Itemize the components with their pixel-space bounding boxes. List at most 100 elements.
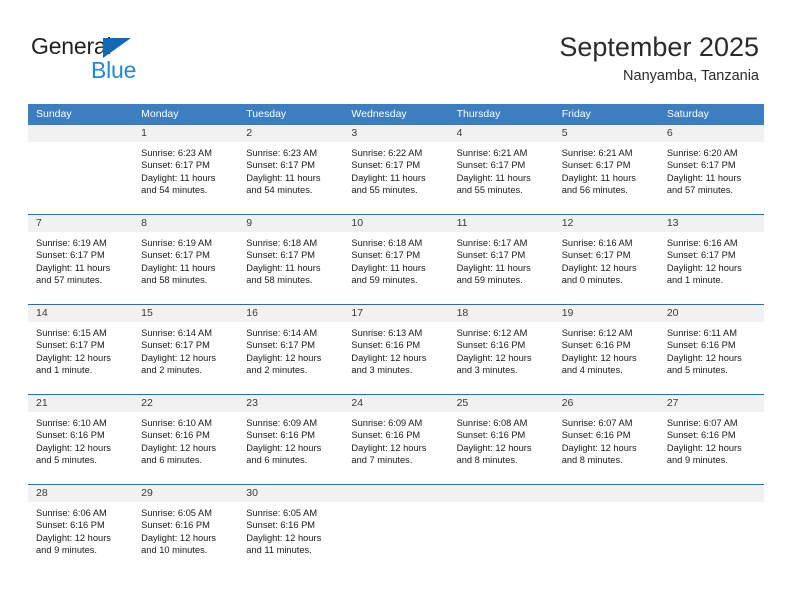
page-subtitle: Nanyamba, Tanzania xyxy=(623,68,759,84)
day-cell[interactable]: Sunrise: 6:18 AM Sunset: 6:17 PM Daylight:… xyxy=(343,232,448,304)
day-number[interactable]: 13 xyxy=(659,215,764,232)
day-number[interactable]: 15 xyxy=(133,305,238,322)
day-detail-line: Sunset: 6:17 PM xyxy=(351,250,421,261)
day-detail-line: and 3 minutes. xyxy=(456,365,518,376)
day-number[interactable]: 18 xyxy=(449,305,554,322)
day-detail-line: and 59 minutes. xyxy=(351,275,418,286)
day-number[interactable]: 26 xyxy=(554,395,659,412)
day-detail-line: and 10 minutes. xyxy=(141,545,208,556)
day-number-row: 21 22 23 24 25 26 27 xyxy=(28,395,764,412)
day-cell[interactable]: Sunrise: 6:09 AM Sunset: 6:16 PM Daylight:… xyxy=(343,412,448,484)
day-detail-line: and 1 minute. xyxy=(36,365,93,376)
day-cell[interactable]: Sunrise: 6:22 AM Sunset: 6:17 PM Daylight:… xyxy=(343,142,448,214)
day-cell[interactable]: Sunrise: 6:15 AM Sunset: 6:17 PM Daylight:… xyxy=(28,322,133,394)
day-number[interactable]: 5 xyxy=(554,125,659,142)
day-number[interactable]: 11 xyxy=(449,215,554,232)
day-cell[interactable]: Sunrise: 6:19 AM Sunset: 6:17 PM Daylight:… xyxy=(28,232,133,304)
day-cell[interactable]: Sunrise: 6:16 AM Sunset: 6:17 PM Daylight:… xyxy=(659,232,764,304)
day-detail-line: and 55 minutes. xyxy=(351,185,418,196)
day-cell[interactable]: Sunrise: 6:05 AM Sunset: 6:16 PM Daylight:… xyxy=(238,502,343,574)
calendar-week-row: 1 2 3 4 5 6 Sunrise: 6:23 AM Sunset: 6:17 PM Day… xyxy=(28,125,764,214)
day-cell[interactable]: Sunrise: 6:13 AM Sunset: 6:16 PM Daylight:… xyxy=(343,322,448,394)
day-detail-line: and 7 minutes. xyxy=(351,455,413,466)
day-number[interactable]: 27 xyxy=(659,395,764,412)
day-detail-line: Daylight: 11 hours xyxy=(351,262,426,273)
day-number[interactable]: 24 xyxy=(343,395,448,412)
day-detail-line: Sunrise: 6:05 AM xyxy=(246,508,318,518)
day-number[interactable]: 4 xyxy=(449,125,554,142)
day-detail-line: Sunset: 6:17 PM xyxy=(246,160,316,171)
day-number[interactable]: 20 xyxy=(659,305,764,322)
day-number[interactable]: 12 xyxy=(554,215,659,232)
day-cell[interactable]: Sunrise: 6:07 AM Sunset: 6:16 PM Daylight:… xyxy=(659,412,764,484)
day-number[interactable]: 30 xyxy=(238,485,343,502)
day-detail-line: Sunset: 6:17 PM xyxy=(36,340,105,351)
day-number[interactable]: 19 xyxy=(554,305,659,322)
day-cell[interactable]: Sunrise: 6:07 AM Sunset: 6:16 PM Daylight:… xyxy=(554,412,659,484)
day-cell[interactable]: Sunrise: 6:14 AM Sunset: 6:17 PM Daylight:… xyxy=(133,322,238,394)
day-cell[interactable]: Sunrise: 6:10 AM Sunset: 6:16 PM Daylight:… xyxy=(28,412,133,484)
day-number[interactable]: 28 xyxy=(28,485,133,502)
day-number[interactable]: 16 xyxy=(238,305,343,322)
day-number[interactable]: 8 xyxy=(133,215,238,232)
day-number[interactable]: 22 xyxy=(133,395,238,412)
day-cell[interactable]: Sunrise: 6:11 AM Sunset: 6:16 PM Daylight:… xyxy=(659,322,764,394)
day-cell[interactable]: Sunrise: 6:14 AM Sunset: 6:17 PM Daylight:… xyxy=(238,322,343,394)
day-detail-line: and 11 minutes. xyxy=(246,545,312,556)
day-cell[interactable]: Sunrise: 6:20 AM Sunset: 6:17 PM Daylight:… xyxy=(659,142,764,214)
day-number[interactable]: 1 xyxy=(133,125,238,142)
day-detail-line: Daylight: 11 hours xyxy=(351,172,426,183)
day-detail-line: and 55 minutes. xyxy=(456,185,523,196)
day-number[interactable]: 23 xyxy=(238,395,343,412)
day-cell[interactable]: Sunrise: 6:12 AM Sunset: 6:16 PM Daylight:… xyxy=(449,322,554,394)
day-cell[interactable]: Sunrise: 6:06 AM Sunset: 6:16 PM Daylight:… xyxy=(28,502,133,574)
day-detail-line: Daylight: 11 hours xyxy=(561,172,636,183)
day-number[interactable]: 25 xyxy=(449,395,554,412)
day-detail-line: Sunrise: 6:16 AM xyxy=(666,238,738,248)
day-detail-line: Sunset: 6:16 PM xyxy=(456,430,526,441)
day-detail-line: Sunset: 6:16 PM xyxy=(666,340,736,351)
day-detail-line: Sunset: 6:16 PM xyxy=(246,430,316,441)
day-detail-line: Sunrise: 6:19 AM xyxy=(141,238,212,248)
day-detail-line: Sunrise: 6:07 AM xyxy=(666,418,738,428)
day-detail-line: Sunrise: 6:13 AM xyxy=(351,328,423,338)
day-number[interactable]: 21 xyxy=(28,395,133,412)
day-detail-line: Sunrise: 6:05 AM xyxy=(141,508,212,518)
day-detail-line: and 57 minutes. xyxy=(666,185,733,196)
day-number[interactable]: 7 xyxy=(28,215,133,232)
day-number[interactable]: 14 xyxy=(28,305,133,322)
day-cell[interactable]: Sunrise: 6:23 AM Sunset: 6:17 PM Daylight:… xyxy=(238,142,343,214)
day-detail-line: Sunset: 6:17 PM xyxy=(246,340,316,351)
day-number[interactable]: 29 xyxy=(133,485,238,502)
day-cell[interactable]: Sunrise: 6:17 AM Sunset: 6:17 PM Daylight:… xyxy=(449,232,554,304)
day-number[interactable]: 6 xyxy=(659,125,764,142)
day-cell[interactable]: Sunrise: 6:18 AM Sunset: 6:17 PM Daylight:… xyxy=(238,232,343,304)
day-number[interactable]: 10 xyxy=(343,215,448,232)
day-detail-line: Daylight: 12 hours xyxy=(666,352,742,363)
day-number[interactable]: 9 xyxy=(238,215,343,232)
day-number[interactable]: 3 xyxy=(343,125,448,142)
day-number[interactable]: 2 xyxy=(238,125,343,142)
day-cell[interactable]: Sunrise: 6:09 AM Sunset: 6:16 PM Daylight:… xyxy=(238,412,343,484)
day-detail-line: and 5 minutes. xyxy=(666,365,728,376)
day-detail-line: Daylight: 12 hours xyxy=(561,352,637,363)
day-cell[interactable]: Sunrise: 6:21 AM Sunset: 6:17 PM Daylight:… xyxy=(554,142,659,214)
day-cell[interactable]: Sunrise: 6:21 AM Sunset: 6:17 PM Daylight:… xyxy=(449,142,554,214)
day-detail-row: Sunrise: 6:15 AM Sunset: 6:17 PM Daylight:… xyxy=(28,322,764,394)
day-cell-empty xyxy=(28,142,133,214)
day-cell[interactable]: Sunrise: 6:12 AM Sunset: 6:16 PM Daylight:… xyxy=(554,322,659,394)
day-detail-row: Sunrise: 6:10 AM Sunset: 6:16 PM Daylight:… xyxy=(28,412,764,484)
day-cell[interactable]: Sunrise: 6:08 AM Sunset: 6:16 PM Daylight:… xyxy=(449,412,554,484)
day-detail-line: Sunrise: 6:17 AM xyxy=(456,238,528,248)
day-cell[interactable]: Sunrise: 6:23 AM Sunset: 6:17 PM Daylight:… xyxy=(133,142,238,214)
day-cell[interactable]: Sunrise: 6:05 AM Sunset: 6:16 PM Daylight:… xyxy=(133,502,238,574)
day-cell[interactable]: Sunrise: 6:19 AM Sunset: 6:17 PM Daylight:… xyxy=(133,232,238,304)
day-detail-line: Daylight: 12 hours xyxy=(666,262,742,273)
day-cell[interactable]: Sunrise: 6:10 AM Sunset: 6:16 PM Daylight:… xyxy=(133,412,238,484)
day-number[interactable]: 17 xyxy=(343,305,448,322)
day-detail-line: Daylight: 12 hours xyxy=(36,532,111,543)
day-detail-line: Sunrise: 6:18 AM xyxy=(351,238,423,248)
day-cell[interactable]: Sunrise: 6:16 AM Sunset: 6:17 PM Daylight:… xyxy=(554,232,659,304)
day-detail-line: Sunset: 6:16 PM xyxy=(246,520,316,531)
day-number-row: 123456 xyxy=(28,125,764,142)
